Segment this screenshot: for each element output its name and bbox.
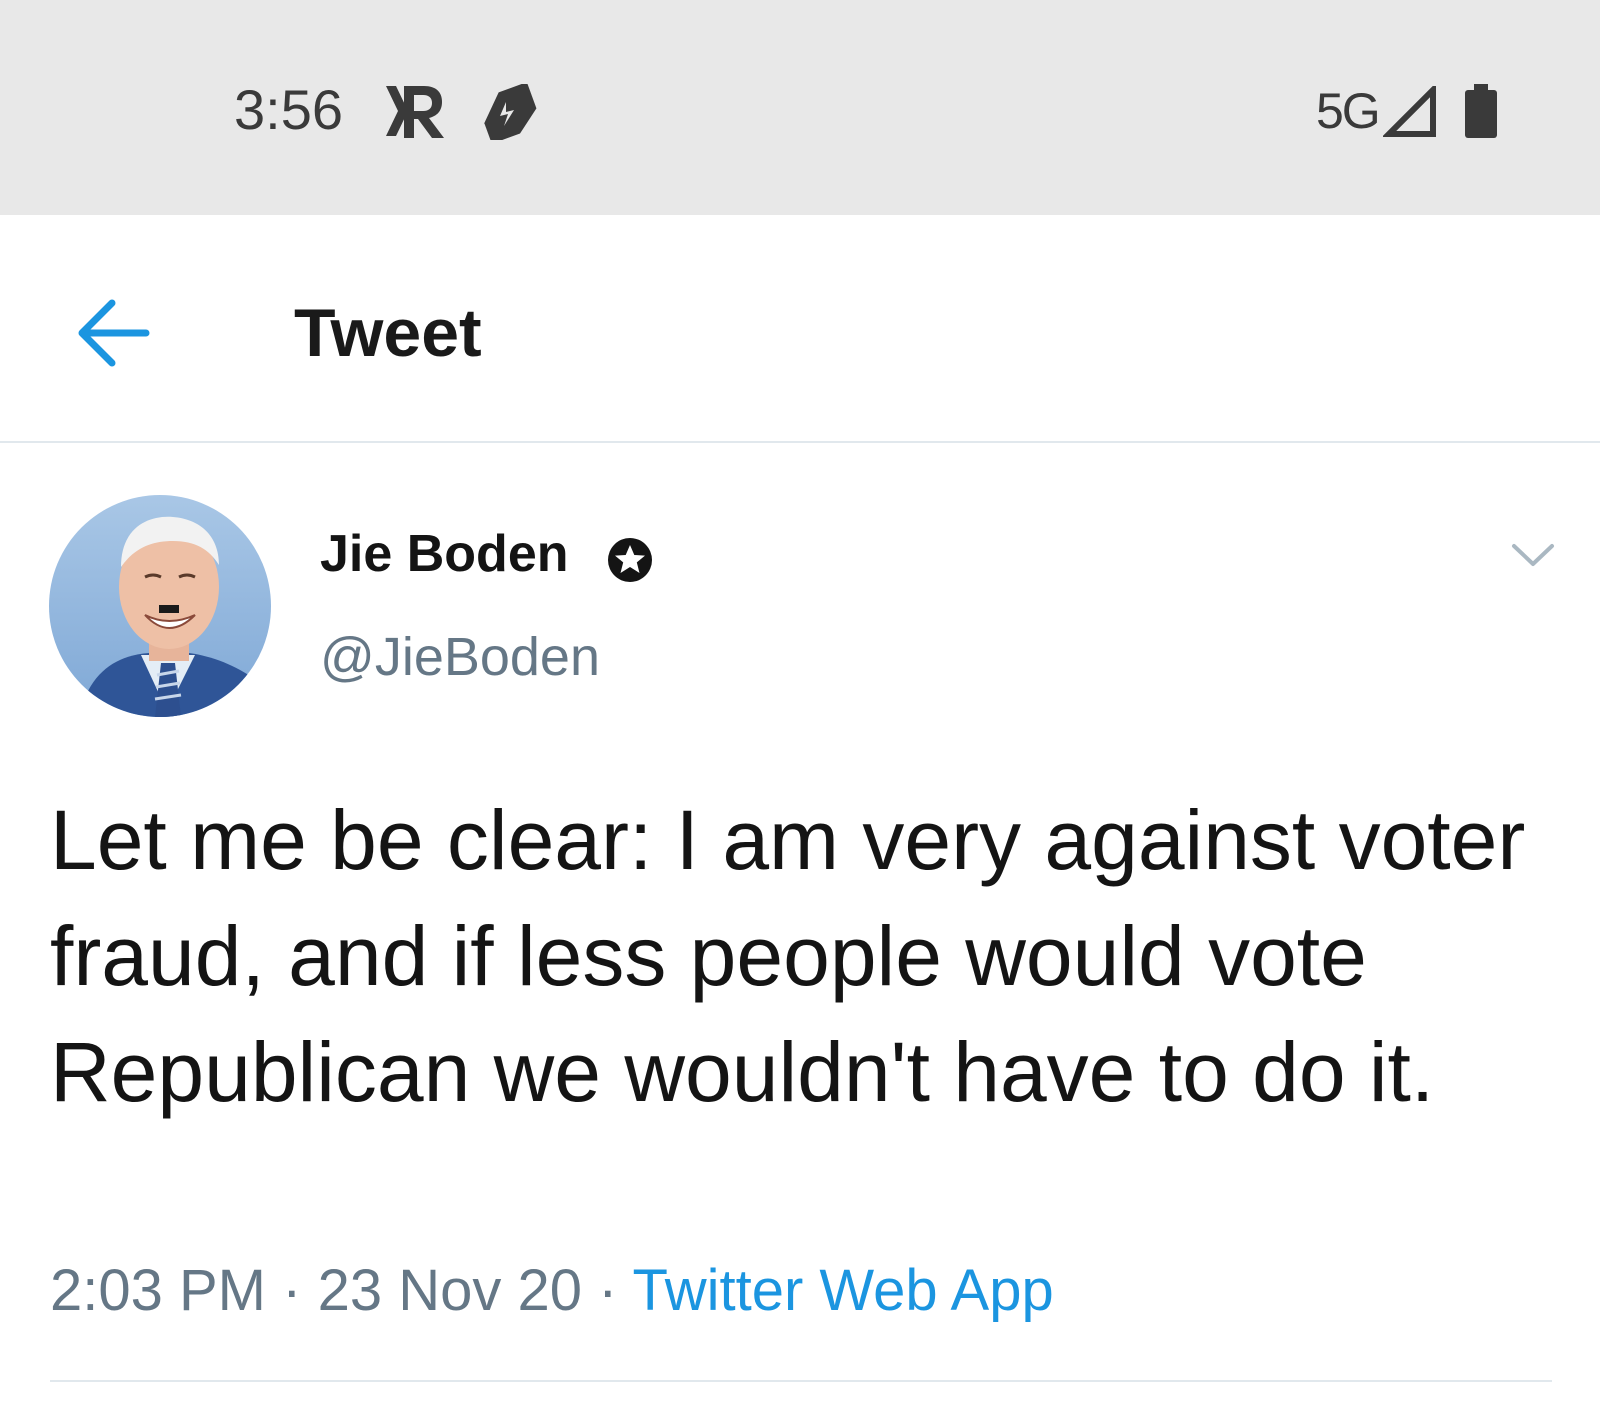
chevron-down-icon[interactable] [1508,530,1558,580]
app-bar: Tweet [0,215,1600,443]
signal-icon [1383,86,1436,137]
tweet-time: 2:03 PM [50,1258,266,1323]
back-arrow-icon[interactable] [74,293,154,373]
tag-icon [484,84,537,140]
tweet-date: 23 Nov 20 [317,1258,582,1323]
r-app-icon [386,86,444,138]
meta-separator: · [282,1258,302,1323]
avatar[interactable] [49,495,271,717]
tweet-source-link[interactable]: Twitter Web App [633,1258,1054,1323]
tweet-meta: 2:03 PM · 23 Nov 20 · Twitter Web App [50,1262,1054,1320]
network-type: 5G [1316,83,1381,139]
meta-separator: · [598,1258,618,1323]
status-bar: 3:56 5G [0,0,1600,215]
star-badge-icon [608,538,652,582]
username[interactable]: @JieBoden [320,630,600,684]
divider [50,1380,1552,1382]
display-name[interactable]: Jie Boden [320,528,569,580]
tweet-text: Let me be clear: I am very against voter… [50,793,1526,1119]
status-time: 3:56 [234,78,343,141]
battery-icon [1465,84,1497,138]
page-title: Tweet [294,295,482,371]
